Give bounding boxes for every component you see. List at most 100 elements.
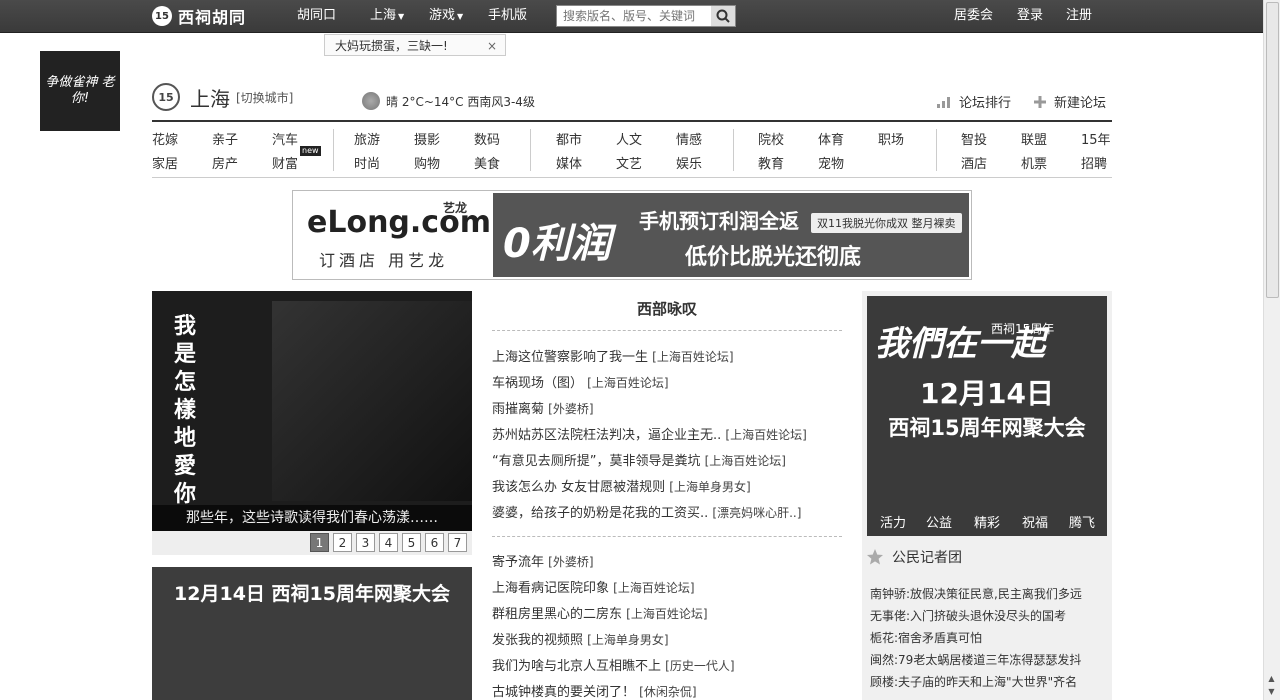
slide-page-button[interactable]: 1: [310, 533, 329, 552]
new-badge: new: [300, 146, 321, 156]
slide-page-button[interactable]: 6: [425, 533, 444, 552]
category-divider: [333, 129, 334, 171]
category-link[interactable]: 媒体: [556, 153, 582, 177]
news-source[interactable]: [历史一代人]: [665, 659, 734, 673]
category-link[interactable]: 职场: [878, 129, 904, 153]
news-source[interactable]: [上海单身男女]: [587, 633, 668, 647]
category-link[interactable]: 时尚: [354, 153, 380, 177]
news-item[interactable]: 上海这位警察影响了我一生 [上海百姓论坛]: [492, 346, 734, 365]
anniversary-poster[interactable]: 12月14日 西祠15周年网聚大会: [152, 567, 472, 700]
news-item[interactable]: 车祸现场（图） [上海百姓论坛]: [492, 372, 669, 391]
news-item[interactable]: 群租房里黑心的二房东 [上海百姓论坛]: [492, 603, 708, 622]
slide-page-button[interactable]: 5: [402, 533, 421, 552]
new-forum-link[interactable]: 新建论坛: [1034, 92, 1106, 111]
search-button[interactable]: [711, 6, 735, 26]
news-item[interactable]: 古城钟楼真的要关闭了！ [休闲杂侃]: [492, 681, 697, 700]
news-item[interactable]: 我们为啥与北京人互相瞧不上 [历史一代人]: [492, 655, 735, 674]
news-source[interactable]: [漂亮妈咪心肝..]: [712, 506, 801, 520]
category-link[interactable]: 酒店: [961, 153, 987, 177]
category-link[interactable]: 美食: [474, 153, 500, 177]
notice-tip[interactable]: 大妈玩掼蛋，三缺一! ×: [324, 34, 506, 56]
reporter-item[interactable]: 南钟骄:放假决策征民意,民主离我们多远: [870, 585, 1082, 602]
anniversary-promo[interactable]: 我們在一起 西祠15周年 12月14日 西祠15周年网聚大会 活力 公益 精彩 …: [867, 296, 1107, 536]
category-link[interactable]: 人文: [616, 129, 642, 153]
category-link[interactable]: 亲子: [212, 129, 238, 153]
news-item[interactable]: 苏州姑苏区法院枉法判决，逼企业主无.. [上海百姓论坛]: [492, 424, 807, 443]
news-item[interactable]: 发张我的视频照 [上海单身男女]: [492, 629, 669, 648]
news-source[interactable]: [外婆桥]: [548, 555, 593, 569]
reporter-item[interactable]: 无事佬:入门挤破头退休没尽头的国考: [870, 607, 1066, 624]
bar-chart-icon: [937, 96, 950, 108]
category-link[interactable]: 情感: [676, 129, 702, 153]
nav-label: 手机版: [488, 8, 528, 23]
scrollbar-thumb[interactable]: [1266, 2, 1279, 298]
login-link[interactable]: 登录: [1017, 0, 1043, 32]
category-link[interactable]: 机票: [1021, 153, 1047, 177]
news-source[interactable]: [外婆桥]: [548, 402, 593, 416]
news-source[interactable]: [上海百姓论坛]: [587, 376, 668, 390]
category-link[interactable]: 联盟: [1021, 129, 1047, 153]
category-link[interactable]: 购物: [414, 153, 440, 177]
nav-juweihui[interactable]: 居委会: [954, 0, 993, 32]
category-link[interactable]: 文艺: [616, 153, 642, 177]
news-source[interactable]: [上海单身男女]: [669, 480, 750, 494]
category-link[interactable]: 15年: [1081, 129, 1111, 153]
news-source[interactable]: [上海百姓论坛]: [705, 454, 786, 468]
slide-page-button[interactable]: 7: [448, 533, 467, 552]
category-link[interactable]: 财富: [272, 153, 298, 177]
category-link[interactable]: 房产: [212, 153, 238, 177]
category-link[interactable]: 教育: [758, 153, 784, 177]
close-icon[interactable]: ×: [487, 35, 497, 57]
reporter-item[interactable]: 顾楼:夫子庙的昨天和上海"大世界"齐名: [870, 673, 1077, 690]
register-link[interactable]: 注册: [1066, 0, 1092, 32]
reporter-item[interactable]: 闽然:79老太蜗居楼道三年冻得瑟瑟发抖: [870, 651, 1081, 668]
news-source[interactable]: [上海百姓论坛]: [626, 607, 707, 621]
news-source[interactable]: [上海百姓论坛]: [725, 428, 806, 442]
forum-rank-link[interactable]: 论坛排行: [937, 92, 1011, 111]
category-link[interactable]: 体育: [818, 129, 844, 153]
category-link[interactable]: 宠物: [818, 153, 844, 177]
category-link[interactable]: 数码: [474, 129, 500, 153]
news-source[interactable]: [休闲杂侃]: [639, 685, 696, 699]
news-source[interactable]: [上海百姓论坛]: [652, 350, 733, 364]
category-link[interactable]: 汽车: [272, 129, 298, 153]
mahjong-promo-logo[interactable]: 争做雀神 老你!: [40, 51, 120, 131]
news-item[interactable]: 婆婆，给孩子的奶粉是花我的工资买.. [漂亮妈咪心肝..]: [492, 502, 801, 521]
news-item[interactable]: 雨摧离菊 [外婆桥]: [492, 398, 594, 417]
category-link[interactable]: 摄影: [414, 129, 440, 153]
search-input[interactable]: [557, 6, 719, 26]
slide-page-button[interactable]: 2: [333, 533, 352, 552]
category-link[interactable]: 旅游: [354, 129, 380, 153]
news-item[interactable]: “有意见去厕所提”，莫非领导是粪坑 [上海百姓论坛]: [492, 450, 786, 469]
nav-games-dropdown[interactable]: 游戏 ▼: [429, 0, 463, 32]
scroll-up-icon[interactable]: ▲: [1266, 674, 1277, 686]
news-item[interactable]: 我该怎么办 女友甘愿被潜规则 [上海单身男女]: [492, 476, 751, 495]
scroll-down-icon[interactable]: ▼: [1266, 687, 1277, 699]
slide-page-button[interactable]: 3: [356, 533, 375, 552]
reporter-item[interactable]: 栀花:宿舍矛盾真可怕: [870, 629, 982, 646]
category-link[interactable]: 院校: [758, 129, 784, 153]
slideshow-image[interactable]: 我是怎樣地愛你 那些年，这些诗歌读得我们春心荡漾……: [152, 291, 472, 531]
news-item[interactable]: 寄予流年 [外婆桥]: [492, 551, 594, 570]
nav-hutongkou[interactable]: 胡同口: [297, 0, 336, 32]
scrollbar[interactable]: ▲ ▼: [1263, 0, 1280, 700]
category-link[interactable]: 招聘: [1081, 153, 1107, 177]
section-title[interactable]: 西部咏叹: [492, 298, 842, 319]
category-link[interactable]: 家居: [152, 153, 178, 177]
category-link[interactable]: 花嫁: [152, 129, 178, 153]
switch-city-link[interactable]: [切换城市]: [236, 89, 293, 106]
category-link[interactable]: 都市: [556, 129, 582, 153]
slide-page-button[interactable]: 4: [379, 533, 398, 552]
citizen-reporter-header: 公民记者团: [866, 547, 962, 567]
nav-shanghai-dropdown[interactable]: 上海 ▼: [370, 0, 404, 32]
news-source[interactable]: [上海百姓论坛]: [613, 581, 694, 595]
news-item[interactable]: 上海看病记医院印象 [上海百姓论坛]: [492, 577, 695, 596]
nav-mobile[interactable]: 手机版: [488, 0, 527, 32]
slide-caption: 那些年，这些诗歌读得我们春心荡漾……: [152, 505, 472, 531]
caret-down-icon: ▼: [457, 12, 464, 21]
elong-ad-banner[interactable]: eLong.com 艺龙 订酒店 用艺龙 0利润 手机预订利润全返 低价比脱光还…: [292, 190, 972, 280]
site-logo[interactable]: 15 西祠胡同: [152, 5, 246, 27]
category-link[interactable]: 娱乐: [676, 153, 702, 177]
search-icon: [716, 9, 730, 23]
category-link[interactable]: 智投: [961, 129, 987, 153]
